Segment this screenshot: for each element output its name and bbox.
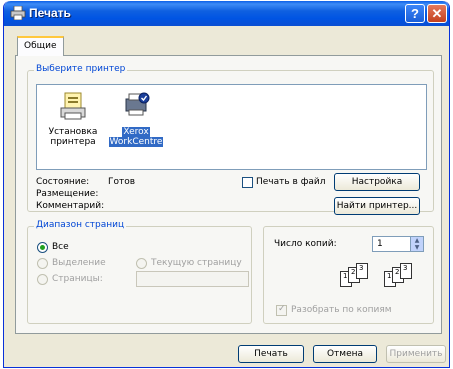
- range-current-page-label: Текущую страницу: [151, 258, 242, 268]
- collate-checkbox[interactable]: ✓: [276, 304, 287, 316]
- print-to-file-label[interactable]: Печать в файл: [256, 177, 326, 187]
- printer-icon: [10, 6, 26, 20]
- range-pages-label: Страницы:: [52, 274, 103, 284]
- title-bar[interactable]: Печать ? ✕: [4, 1, 449, 26]
- find-printer-button[interactable]: Найти принтер...: [334, 197, 420, 215]
- state-label: Состояние:: [36, 177, 90, 187]
- printer-item-label: Xerox: [122, 127, 150, 137]
- select-printer-group: Выберите принтер Установка принтера Xero…: [27, 64, 434, 215]
- print-button[interactable]: Печать: [238, 345, 304, 363]
- comment-label: Комментарий:: [36, 201, 105, 211]
- print-to-file-checkbox[interactable]: [242, 177, 253, 188]
- apply-button[interactable]: Применить: [386, 345, 446, 363]
- select-printer-legend: Выберите принтер: [34, 64, 128, 74]
- state-value: Готов: [108, 177, 136, 187]
- close-button[interactable]: ✕: [427, 4, 447, 23]
- copies-label: Число копий:: [274, 239, 337, 249]
- tab-general[interactable]: Общие: [17, 36, 64, 56]
- range-all-label[interactable]: Все: [52, 242, 69, 252]
- settings-button[interactable]: Настройка: [334, 173, 420, 191]
- printer-item-label: Установка: [48, 127, 98, 137]
- range-pages-radio[interactable]: [37, 274, 48, 285]
- location-label: Размещение:: [36, 189, 99, 199]
- copies-value: 1: [377, 239, 383, 249]
- window-title: Печать: [29, 6, 71, 20]
- collate-label: Разобрать по копиям: [291, 305, 392, 315]
- general-panel: Выберите принтер Установка принтера Xero…: [15, 55, 442, 334]
- cancel-button[interactable]: Отмена: [313, 345, 377, 363]
- help-button[interactable]: ?: [405, 4, 425, 23]
- range-selection-radio[interactable]: [37, 258, 48, 269]
- pages-input[interactable]: [136, 271, 249, 287]
- add-printer-icon: [60, 92, 86, 120]
- printer-item-label: WorkCentre: [108, 137, 164, 147]
- print-dialog: Печать ? ✕ Общие Выберите принтер Устано…: [3, 1, 450, 368]
- range-all-radio[interactable]: [37, 242, 48, 253]
- range-selection-label: Выделение: [52, 258, 106, 268]
- printer-item-xerox-workcentre[interactable]: Xerox WorkCentre: [105, 91, 167, 147]
- range-current-page-radio[interactable]: [136, 258, 147, 269]
- spin-arrows-icon[interactable]: ▲ ▼: [410, 237, 423, 251]
- check-icon: ✓: [278, 304, 286, 314]
- page-range-legend: Диапазон страниц: [34, 220, 127, 230]
- copies-stepper[interactable]: 1 ▲ ▼: [372, 236, 424, 252]
- printer-list[interactable]: Установка принтера Xerox WorkCentre: [36, 84, 427, 170]
- copies-group: Число копий: 1 ▲ ▼ 1 2 3 1 2 3 ✓ Разобрат…: [263, 226, 434, 324]
- printer-item-label: принтера: [50, 137, 96, 147]
- page-range-group: Диапазон страниц Все Выделение Текущую с…: [27, 220, 252, 324]
- network-printer-icon: [125, 92, 150, 116]
- printer-item-add-printer[interactable]: Установка принтера: [42, 91, 104, 147]
